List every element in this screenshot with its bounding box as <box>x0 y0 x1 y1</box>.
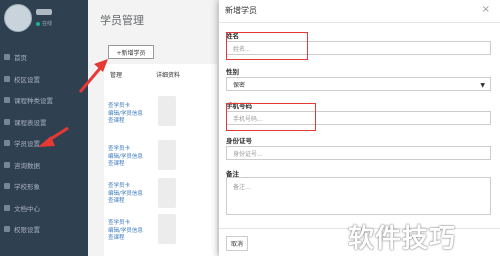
arrow-to-student-menu <box>38 126 69 147</box>
gender-select[interactable]: 保密 ▼ <box>226 77 491 91</box>
annotation-arrows <box>38 59 108 147</box>
watermark: 软件技巧 <box>348 224 457 254</box>
divider <box>219 22 500 23</box>
highlight-box-phone <box>226 103 316 131</box>
arrow-to-add-button <box>78 59 108 93</box>
highlight-box-name <box>226 32 308 60</box>
id-number-label: 身份证号 <box>226 137 252 145</box>
gender-label: 性别 <box>226 68 239 76</box>
dropdown-caret-icon: ▼ <box>480 82 485 89</box>
note-textarea[interactable]: 备注... <box>226 177 491 215</box>
dialog-title: 新增学员 <box>225 6 257 15</box>
close-icon[interactable]: × <box>482 4 490 15</box>
cancel-button[interactable]: 取消 <box>226 236 248 251</box>
id-number-input[interactable]: 身份证号... <box>226 146 491 160</box>
